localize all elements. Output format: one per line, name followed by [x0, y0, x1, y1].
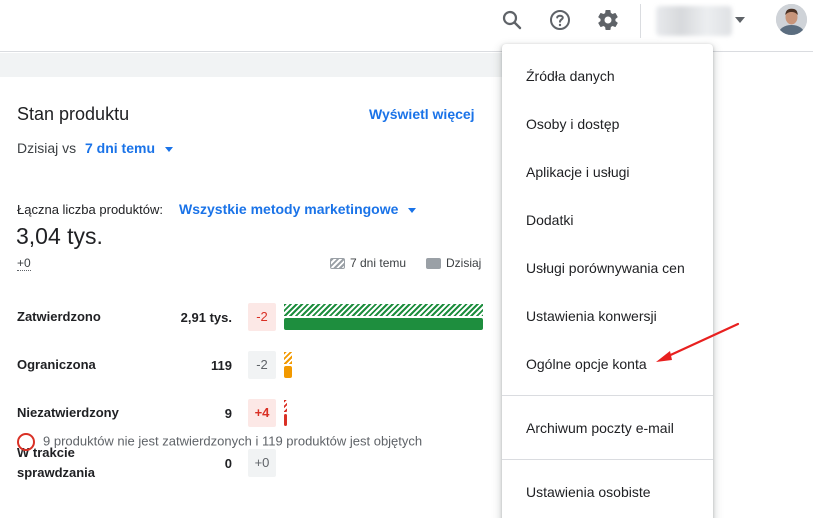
status-bar-today — [284, 318, 483, 330]
legend-past-label: 7 dni temu — [350, 256, 407, 270]
menu-item-personal-settings[interactable]: Ustawienia osobiste — [502, 468, 713, 516]
legend-today: Dzisiaj — [426, 256, 481, 270]
total-products-label: Łączna liczba produktów: — [17, 202, 163, 217]
help-icon[interactable] — [548, 8, 572, 32]
status-bar-past — [284, 400, 287, 412]
solid-swatch-icon — [426, 257, 441, 269]
toolbar-divider — [640, 4, 641, 38]
menu-item-apps-services[interactable]: Aplikacje i usługi — [502, 148, 713, 196]
status-delta-badge[interactable]: -2 — [248, 351, 276, 379]
status-count: 119 — [211, 358, 232, 373]
status-bar-today — [284, 366, 292, 378]
avatar[interactable] — [776, 4, 807, 35]
legend-past: 7 dni temu — [330, 256, 406, 270]
status-delta-badge[interactable]: -2 — [248, 303, 276, 331]
compare-period-value: 7 dni temu — [85, 140, 156, 156]
status-row-approved: Zatwierdzono 2,91 tys. -2 — [0, 298, 502, 338]
total-products-delta[interactable]: +0 — [17, 257, 31, 271]
chevron-down-icon — [408, 207, 417, 213]
chevron-down-icon — [165, 146, 174, 152]
gear-icon[interactable] — [596, 8, 620, 32]
marketing-method-dropdown[interactable]: Wszystkie metody marketingowe — [179, 201, 417, 217]
status-label: Ograniczona — [17, 357, 96, 372]
status-row-limited: Ograniczona 119 -2 — [0, 346, 502, 386]
chevron-down-icon[interactable] — [734, 14, 746, 26]
menu-item-add-ons[interactable]: Dodatki — [502, 196, 713, 244]
search-icon[interactable] — [500, 8, 524, 32]
status-count: 9 — [224, 406, 232, 421]
status-delta-badge[interactable]: +4 — [248, 399, 276, 427]
product-status-card: Stan produktu Wyświetl więcej Dzisiaj vs… — [0, 77, 502, 518]
page-header-strip — [0, 53, 502, 77]
settings-menu: Źródła danych Osoby i dostęp Aplikacje i… — [502, 44, 713, 518]
menu-item-comparison-shopping[interactable]: Usługi porównywania cen — [502, 244, 713, 292]
menu-divider — [502, 459, 713, 460]
card-title: Stan produktu — [17, 104, 130, 124]
total-products-value: 3,04 tys. — [16, 223, 103, 249]
status-bar-today — [284, 414, 287, 426]
see-more-link[interactable]: Wyświetl więcej — [369, 106, 475, 122]
status-count: 2,91 tys. — [180, 310, 232, 325]
status-delta-badge[interactable]: +0 — [248, 449, 276, 477]
compare-label: Dzisiaj vs — [17, 140, 77, 156]
hatched-swatch-icon — [330, 257, 345, 269]
compare-period-dropdown[interactable]: 7 dni temu — [85, 140, 174, 156]
marketing-method-value: Wszystkie metody marketingowe — [179, 201, 399, 217]
status-row-disapproved: Niezatwierdzony 9 +4 — [0, 393, 502, 433]
warning-text: 9 produktów nie jest zatwierdzonych i 11… — [43, 433, 423, 449]
menu-divider — [502, 395, 713, 396]
status-label: Zatwierdzono — [17, 309, 101, 324]
status-bar-past — [284, 304, 483, 316]
legend-today-label: Dzisiaj — [446, 256, 482, 270]
annotation-arrow-icon — [656, 322, 740, 362]
account-switcher[interactable] — [656, 6, 732, 36]
status-bar-past — [284, 352, 292, 364]
menu-item-data-sources[interactable]: Źródła danych — [502, 52, 713, 100]
menu-item-email-archive[interactable]: Archiwum poczty e-mail — [502, 404, 713, 452]
menu-item-people-access[interactable]: Osoby i dostęp — [502, 100, 713, 148]
warning-message: 9 produktów nie jest zatwierdzonych i 11… — [17, 433, 487, 451]
error-icon — [17, 433, 35, 451]
status-label: Niezatwierdzony — [17, 405, 119, 420]
status-count: 0 — [224, 456, 232, 471]
